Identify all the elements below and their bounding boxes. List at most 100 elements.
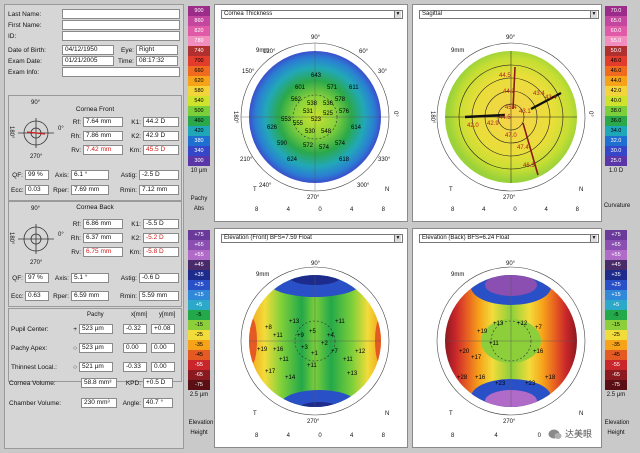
scale-cell: 820 xyxy=(188,26,210,36)
sag-angle-90: 90° xyxy=(506,35,516,41)
thk-angle-90: 90° xyxy=(311,35,321,41)
front-rh-value: 7.86 mm xyxy=(83,131,123,141)
map-value: 614 xyxy=(351,125,362,131)
back-dial-90: 90° xyxy=(31,206,41,212)
scale-cell: +45 xyxy=(605,260,627,270)
thk-angle-210: 210° xyxy=(240,157,253,163)
thk-xtick: 8 xyxy=(255,207,259,213)
pupil-center-row: Pupil Center: + 523 µm -0.32 +0.08 xyxy=(11,324,175,334)
map-value: +16 xyxy=(475,375,486,381)
scale-cell: -45 xyxy=(188,350,210,360)
back-k1-value: -5.5 D xyxy=(143,219,179,229)
front-k1: K1: 44.2 D xyxy=(127,117,179,127)
scale-cell: 420 xyxy=(188,126,210,136)
scale-cell: 620 xyxy=(188,76,210,86)
map-value: +11 xyxy=(335,319,345,325)
eb-compass-t: T xyxy=(449,411,453,417)
scale-cell: 25.0 xyxy=(605,156,627,166)
elev-front-scale-unit: 2.5 µm xyxy=(189,392,209,398)
map-value: 574 xyxy=(335,141,346,147)
map-value: 548 xyxy=(321,129,332,135)
map-value: +3 xyxy=(301,345,308,351)
thk-angle-30: 30° xyxy=(378,69,388,75)
elev-back-scale-unit: 2.5 µm xyxy=(606,392,626,398)
scale-cell: +45 xyxy=(188,260,210,270)
map-value: 44.5 xyxy=(499,115,511,121)
exam-info-field[interactable] xyxy=(62,67,180,77)
scale-cell: 60.0 xyxy=(605,26,627,36)
thk-angle-180: 180° xyxy=(232,111,238,124)
last-name-label: Last Name: xyxy=(8,10,42,18)
back-rh-label: Rh: xyxy=(70,234,81,242)
dob-field[interactable]: 04/12/1950 xyxy=(62,45,114,55)
thk-compass-t: T xyxy=(253,187,257,193)
chamber-volume-row: Chamber Volume: 230 mm³ Angle: 40.7 ° xyxy=(9,398,173,408)
scale-cell: 46.0 xyxy=(605,66,627,76)
thk-angle-330: 330° xyxy=(378,157,391,163)
last-name-row: Last Name: xyxy=(8,9,180,19)
front-ecc: Ecc: 0.03 xyxy=(11,185,49,195)
front-rf: Rf: 7.64 mm xyxy=(67,117,123,127)
elevation-back-window[interactable]: Elevation (Back) BFS=6.24 Float ▼ +19 +1… xyxy=(412,228,602,448)
map-value: +7 xyxy=(535,325,542,331)
scale-cell: 300 xyxy=(188,156,210,166)
mm-icon: 9mm xyxy=(256,272,270,278)
map-value: +28 xyxy=(457,375,468,381)
map-value: 576 xyxy=(339,109,350,115)
scale-cell: 580 xyxy=(188,86,210,96)
map-value: +17 xyxy=(265,369,276,375)
pachy-apex-row: Pachy Apex: ○ 523 µm 0.00 0.00 xyxy=(11,343,175,353)
curvature-scale-label: Curvature xyxy=(603,203,631,209)
map-value: +16 xyxy=(533,349,544,355)
time-field[interactable]: 08:17:32 xyxy=(136,56,178,66)
elevation-front-window[interactable]: Elevation (Front) BFS=7.59 Float ▼ +8 +1… xyxy=(214,228,408,448)
back-astig: Astig: -0.6 D xyxy=(113,273,179,283)
time-label: Time: xyxy=(117,57,134,65)
last-name-field[interactable] xyxy=(62,9,180,19)
first-name-field[interactable] xyxy=(62,20,180,30)
map-value: 531 xyxy=(303,109,314,115)
scale-cell: 780 xyxy=(188,36,210,46)
map-value: +13 xyxy=(347,371,358,377)
front-axis: Axis: 6.1 ° xyxy=(51,170,109,180)
sagittal-map-window[interactable]: Sagittal ▼ 44.5 44.2 43.4 43.1 42.9 42.0 45.4 4… xyxy=(412,4,602,222)
chamber-volume-value: 230 mm³ xyxy=(81,398,117,408)
front-dial-180: 180° xyxy=(8,126,14,139)
map-value: 46.3 xyxy=(523,163,535,169)
thickness-map-window[interactable]: Cornea Thickness ▼ 643 601 571 562 538 536 578… xyxy=(214,4,408,222)
map-value: 571 xyxy=(327,85,338,91)
ef-compass-n: N xyxy=(385,411,390,417)
pachy-section: Pachy x[mm] y[mm] Pupil Center: + 523 µm… xyxy=(8,308,182,382)
back-km-value: -5.8 D xyxy=(143,247,179,257)
eb-x-ticks: 8 4 0 xyxy=(451,433,541,439)
dob-row: Date of Birth: 04/12/1950 Eye: Right xyxy=(8,45,178,55)
back-rh-value: 6.37 mm xyxy=(83,233,123,243)
sag-compass-t: T xyxy=(449,187,453,193)
back-rv-label: Rv: xyxy=(71,248,81,256)
scale-cell: -15 xyxy=(605,320,627,330)
thk-xtick: 4 xyxy=(349,207,354,213)
exam-date-field[interactable]: 01/21/2005 xyxy=(62,56,114,66)
front-k2-value: 42.9 D xyxy=(143,131,179,141)
exam-date-label: Exam Date: xyxy=(8,57,42,65)
id-field[interactable] xyxy=(62,31,180,41)
scale-cell: +35 xyxy=(188,270,210,280)
curvature-scale: 70.0 65.0 60.0 55.0 50.0 48.0 46.0 44.0 42.0 40.0… xyxy=(605,6,627,166)
eye-field[interactable]: Right xyxy=(136,45,178,55)
scale-cell: +15 xyxy=(188,290,210,300)
map-value: +20 xyxy=(459,349,470,355)
col-pachy: Pachy xyxy=(87,312,104,318)
scale-cell: 860 xyxy=(188,16,210,26)
front-rv-value: 7.42 mm xyxy=(83,145,123,155)
back-k1-label: K1: xyxy=(131,220,141,228)
kpd-value: +0.5 D xyxy=(143,378,173,388)
back-k1: K1: -5.5 D xyxy=(127,219,179,229)
thinnest-symbol: ○ xyxy=(73,363,77,371)
curvature-scale-unit: 1.0 D xyxy=(608,168,624,174)
thickness-scale-label1: Pachy xyxy=(190,196,208,202)
front-rmin-label: Rmin: xyxy=(120,186,137,194)
scale-cell: +75 xyxy=(605,230,627,240)
map-value: +11 xyxy=(279,357,289,363)
scale-cell: -65 xyxy=(605,370,627,380)
elev-back-scale-label1: Elevation xyxy=(604,420,630,426)
